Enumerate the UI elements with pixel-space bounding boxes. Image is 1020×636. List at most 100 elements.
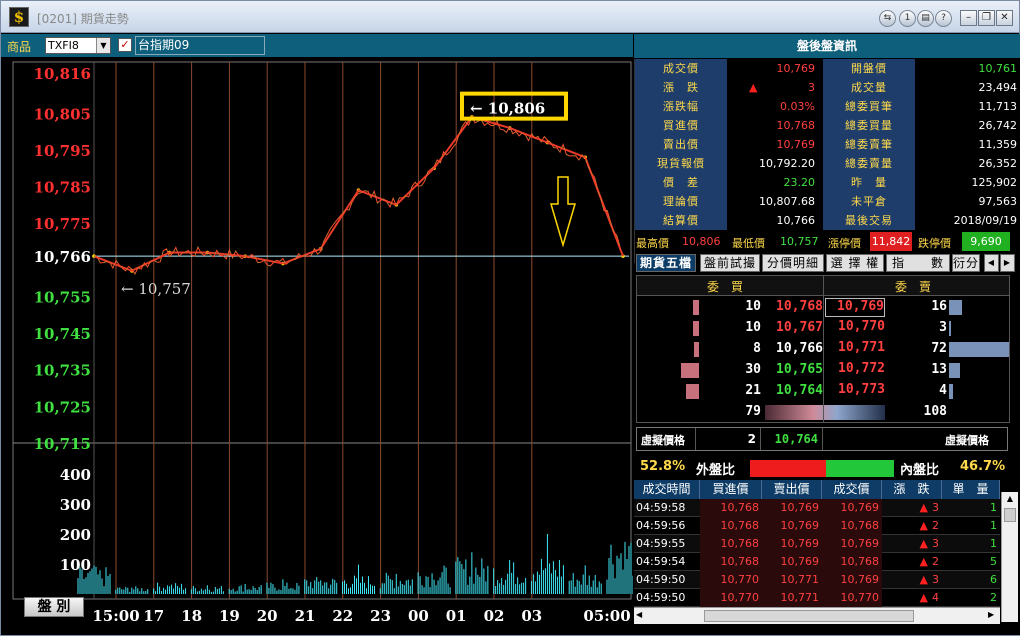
tab-1[interactable]: 盤前試撮 [700, 254, 760, 272]
quote-value: 125,902 [915, 173, 1020, 192]
bid-qty: 21 [745, 383, 761, 398]
volume-tick-label: 400 [60, 466, 91, 484]
ask-header: 委 賣 [895, 280, 932, 294]
ask-price: 10,769 [825, 298, 885, 317]
chevron-down-icon[interactable]: ▼ [96, 38, 110, 53]
quote-row: 成交價 10,769 開盤價 10,761 [635, 59, 1020, 78]
quote-value: 23,494 [915, 78, 1020, 97]
vertical-scrollbar[interactable]: ▲ [1001, 492, 1018, 622]
price-tick-label: 10,715 [34, 435, 91, 453]
scroll-right-icon[interactable]: ▶ [988, 610, 994, 619]
down-limit-label: 跌停價 [918, 237, 951, 250]
quote-label: 成交價 [635, 59, 727, 78]
tab-scroll-left-icon[interactable]: ◀ [984, 254, 999, 272]
help-icon[interactable]: ? [935, 10, 952, 27]
horizontal-scrollbar[interactable]: ◀ ▶ [634, 607, 1000, 624]
ask-depth-bar [949, 363, 960, 378]
tab-3[interactable]: 選 擇 權 [826, 254, 884, 272]
symbol-select[interactable]: TXFI8 ▼ [45, 37, 111, 54]
ask-total: 108 [923, 404, 947, 419]
up-limit-value: 11,842 [870, 232, 912, 251]
tab-2[interactable]: 分價明細 [762, 254, 824, 272]
trade-cell: ▲ 4 [919, 591, 939, 604]
pseudo-left-label: 虛擬價格 [641, 434, 685, 447]
quote-label: 賣出價 [635, 135, 727, 154]
restore-button[interactable]: ❐ [978, 10, 995, 26]
bid-qty: 10 [745, 320, 761, 335]
trade-row[interactable]: 04:59:58 10,768 10,769 10,769 ▲ 3 1 [634, 499, 1000, 517]
trade-row[interactable]: 04:59:55 10,768 10,769 10,769 ▲ 3 1 [634, 535, 1000, 553]
tab-scroll-right-icon[interactable]: ▶ [1000, 254, 1015, 272]
in-pct: 46.7% [960, 459, 1006, 474]
time-tick-label: 05:00 [583, 607, 630, 625]
book-divider [823, 276, 824, 422]
up-arrow-icon: ▲ [919, 519, 928, 532]
out-label: 外盤比 [696, 463, 736, 478]
trades-col-header[interactable]: 賣出價 [762, 480, 822, 499]
trade-cell: 10,771 [762, 571, 822, 589]
trade-cell: 10,769 [762, 535, 822, 553]
trades-col-header[interactable]: 買進價 [700, 480, 762, 499]
scroll-up-icon[interactable]: ▲ [1002, 492, 1018, 506]
quote-value: 10,792.20 [727, 154, 819, 173]
print-icon[interactable]: ▤ [917, 10, 934, 27]
quote-value: ▲ 3 [727, 78, 819, 97]
trade-cell: 10,769 [762, 499, 822, 517]
out-ratio-bar [750, 460, 826, 477]
symbol-toolbar: 商品 TXFI8 ▼ ✓ 台指期09 [1, 34, 633, 58]
trade-row[interactable]: 04:59:50 10,770 10,771 10,770 ▲ 4 2 [634, 589, 1000, 607]
hscroll-thumb[interactable] [704, 610, 914, 622]
trade-cell: 5 [990, 555, 997, 568]
quote-label: 總委買筆 [823, 97, 915, 116]
trade-cell: 10,768 [822, 517, 882, 535]
contract-name: 台指期09 [135, 36, 265, 55]
bid-price: 10,765 [776, 362, 823, 377]
trade-cell: 04:59:54 [636, 555, 686, 568]
quote-value: 11,359 [915, 135, 1020, 154]
tab-5[interactable]: 衍分 [952, 254, 980, 272]
info-icon[interactable]: 1 [899, 10, 916, 27]
tab-4[interactable]: 指 數 [886, 254, 950, 272]
minimize-button[interactable]: – [960, 10, 977, 26]
scroll-left-icon[interactable]: ◀ [636, 610, 642, 619]
time-tick-label: 19 [219, 607, 240, 625]
trades-col-header[interactable]: 成交時間 [634, 480, 700, 499]
trades-col-header[interactable]: 單 量 [942, 480, 1000, 499]
close-button[interactable]: ✕ [996, 10, 1013, 26]
balance-bar [765, 405, 885, 420]
out-pct: 52.8% [640, 459, 686, 474]
bid-total: 79 [745, 404, 761, 419]
scroll-thumb[interactable] [1004, 508, 1016, 522]
trades-col-header[interactable]: 成交價 [822, 480, 882, 499]
quote-row: 漲跌幅 0.03% 總委買筆 11,713 [635, 97, 1020, 116]
session-button[interactable]: 盤 別 [24, 597, 84, 617]
trade-cell: 10,768 [700, 517, 762, 535]
quote-label: 總委賣筆 [823, 135, 915, 154]
trade-row[interactable]: 04:59:54 10,768 10,769 10,768 ▲ 2 5 [634, 553, 1000, 571]
quote-label: 未平倉 [823, 192, 915, 211]
trade-row[interactable]: 04:59:56 10,768 10,769 10,768 ▲ 2 1 [634, 517, 1000, 535]
time-tick-label: 15:00 [92, 607, 139, 625]
trade-cell: 6 [990, 573, 997, 586]
quote-label: 理論價 [635, 192, 727, 211]
checkbox[interactable]: ✓ [118, 38, 132, 52]
intraday-chart[interactable]: 10,816 10,805 10,795 10,785 10,775 10,766 10,7… [1, 59, 633, 635]
trade-row[interactable]: 04:59:50 10,770 10,771 10,769 ▲ 3 6 [634, 571, 1000, 589]
ask-qty: 3 [939, 320, 947, 335]
tab-0[interactable]: 期貨五檔 [636, 254, 696, 272]
trade-cell: 2 [990, 591, 997, 604]
ask-price: 10,772 [838, 361, 885, 376]
trade-cell: 04:59:56 [636, 519, 686, 532]
trade-cell: 10,769 [822, 535, 882, 553]
time-tick-label: 00 [408, 607, 429, 625]
quote-label: 買進價 [635, 116, 727, 135]
title-bar[interactable]: $ [0201] 期貨走勢 ⇆ 1 ▤ ? – ❐ ✕ [1, 1, 1019, 33]
trades-table[interactable]: 成交時間 買進價 賣出價 成交價漲 跌單 量 04:59:58 10,768 10,769 1… [634, 480, 1020, 620]
up-arrow-icon: ▲ [919, 591, 928, 604]
bid-depth-bar [681, 363, 699, 378]
trade-cell: 10,768 [700, 499, 762, 517]
trades-col-header[interactable]: 漲 跌 [882, 480, 942, 499]
link-icon[interactable]: ⇆ [879, 10, 896, 27]
trade-cell: 10,769 [762, 517, 822, 535]
trade-cell: 10,769 [762, 553, 822, 571]
